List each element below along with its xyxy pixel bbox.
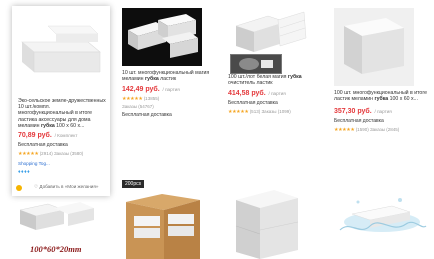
star-rating-1: ★★★★★ <box>18 151 39 157</box>
rating-row-1: ★★★★★ (2914) Заказы (3580) <box>18 151 83 157</box>
product-price-3: 414,58 руб. <box>228 90 266 97</box>
rating-count-2: (13855) <box>143 96 160 101</box>
free-shipping-2: Бесплатная доставка <box>122 112 172 118</box>
size-caption: 100*60*20mm <box>30 244 82 254</box>
rating-count-3: (513) <box>249 109 261 114</box>
free-shipping-1: Бесплатная доставка <box>18 142 68 148</box>
price-row-2: 142,49 руб. / партия <box>122 86 180 93</box>
free-shipping-3: Бесплатная доставка <box>228 100 278 106</box>
product-card-2[interactable]: 10 шт. многофункциональный магия меламин… <box>120 6 218 146</box>
free-shipping-4: Бесплатная доставка <box>334 118 384 124</box>
orders-count-1: Заказы (3580) <box>53 151 84 156</box>
product-image-8[interactable] <box>330 180 430 259</box>
orders-count-3: Заказы (1099) <box>261 109 291 114</box>
price-unit-2: / партия <box>162 87 180 92</box>
heart-icon: ♡ <box>34 184 39 189</box>
product-image-1[interactable] <box>18 12 104 94</box>
product-title-1[interactable]: Эко-сельское земле-дружественных 10 шт./… <box>18 98 106 130</box>
product-card-5[interactable]: 100*60*20mm <box>18 202 98 259</box>
product-title-2[interactable]: 10 шт. многофункциональный магия меламин… <box>122 70 214 84</box>
orders-count-2: Заказы (54767) <box>122 104 154 109</box>
star-rating-2: ★★★★★ <box>122 96 143 102</box>
seller-rating-diamond-icon: ♦♦♦♦ <box>18 169 31 175</box>
price-unit-1: / Комплект <box>54 133 78 138</box>
price-unit-3: / партия <box>268 91 286 96</box>
star-rating-4: ★★★★★ <box>334 127 355 133</box>
rating-row-3: ★★★★★ (513) Заказы (1099) <box>228 109 291 115</box>
product-price-4: 357,30 руб. <box>334 108 372 115</box>
product-title-3[interactable]: 100 шт./лот белая магия губка очиститель… <box>228 74 320 88</box>
add-to-wishlist-link[interactable]: ♡ Добавить в «Мои желания» <box>34 184 98 190</box>
product-title-4[interactable]: 100 шт. многофункциональный в итоге ласт… <box>334 90 430 104</box>
product-image-4[interactable] <box>334 8 414 86</box>
coin-icon <box>16 185 22 191</box>
rating-count-1: (2914) <box>39 151 53 156</box>
price-row-3: 414,58 руб. / партия <box>228 90 286 97</box>
product-card-4[interactable]: 100 шт. многофункциональный в итоге ласт… <box>332 6 432 146</box>
price-unit-4: / партия <box>374 109 392 114</box>
product-image-2[interactable] <box>122 8 202 66</box>
quantity-badge: 200pcs <box>122 180 145 188</box>
product-card-1[interactable]: Эко-сельское земле-дружественных 10 шт./… <box>12 6 110 196</box>
product-price-1: 70,89 руб. <box>18 132 52 139</box>
price-row-4: 357,30 руб. / партия <box>334 108 392 115</box>
product-image-7[interactable] <box>226 180 308 259</box>
product-card-8[interactable] <box>330 180 434 259</box>
orders-count-4: Заказы (2845) <box>369 127 400 132</box>
product-card-6[interactable]: 200pcs <box>122 180 204 259</box>
rating-row-4: ★★★★★ (1590) Заказы (2845) <box>334 127 399 133</box>
product-price-2: 142,49 руб. <box>122 86 160 93</box>
orders-row-2: Заказы (54767) <box>122 104 154 109</box>
rating-count-4: (1590) <box>355 127 369 132</box>
rating-row-2: ★★★★★ (13855) <box>122 96 159 102</box>
product-card-7[interactable] <box>226 180 308 259</box>
product-image-6[interactable] <box>122 180 204 259</box>
price-row-1: 70,89 руб. / Комплект <box>18 132 77 139</box>
star-rating-3: ★★★★★ <box>228 109 249 115</box>
store-link-1[interactable]: Shopping Tog... <box>18 161 50 166</box>
product-card-3[interactable]: 100 шт./лот белая магия губка очиститель… <box>226 6 324 146</box>
product-image-3-inset <box>230 54 282 74</box>
